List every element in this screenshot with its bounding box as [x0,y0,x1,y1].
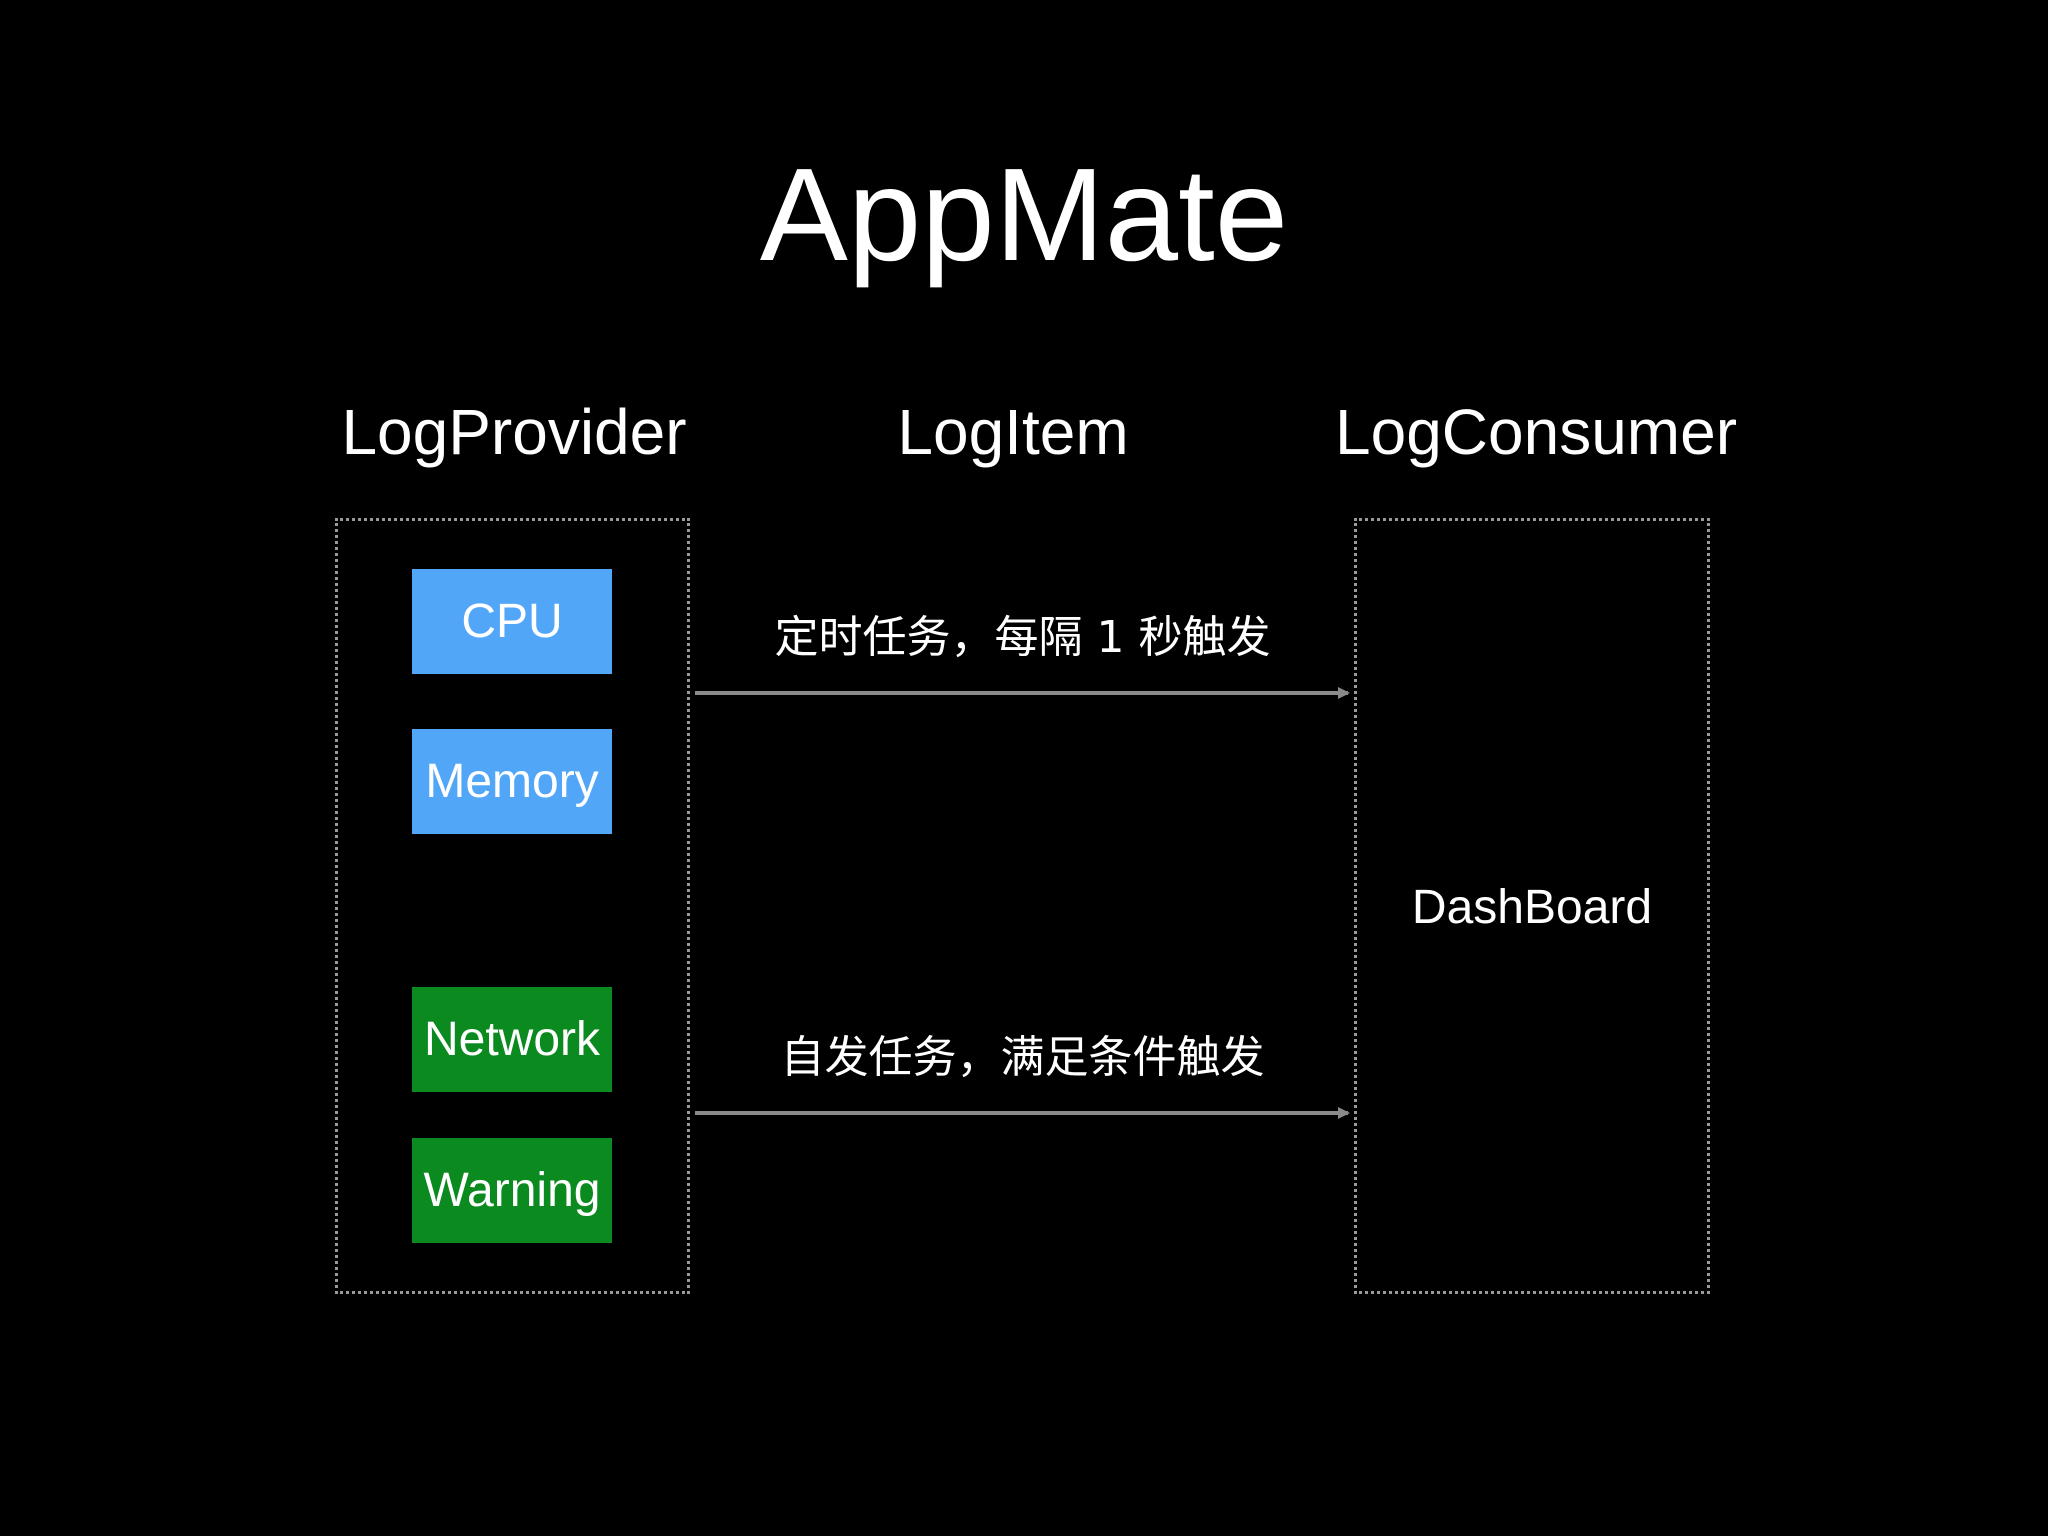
log-item-header: LogItem [897,396,1129,468]
cpu-provider-node: CPU [412,569,612,674]
slide-title: AppMate [759,141,1289,288]
spontaneous-task-label: 自发任务，满足条件触发 [780,1032,1265,1083]
slide: AppMate LogProvider LogItem LogConsumer … [0,0,2048,1536]
timed-task-label: 定时任务，每隔 1 秒触发 [774,612,1271,663]
dashboard-label: DashBoard [1411,881,1653,934]
log-consumer-header: LogConsumer [1335,396,1737,468]
log-provider-header: LogProvider [341,396,687,468]
memory-provider-node: Memory [412,729,612,834]
warning-provider-node: Warning [412,1138,612,1243]
network-provider-node: Network [412,987,612,1092]
